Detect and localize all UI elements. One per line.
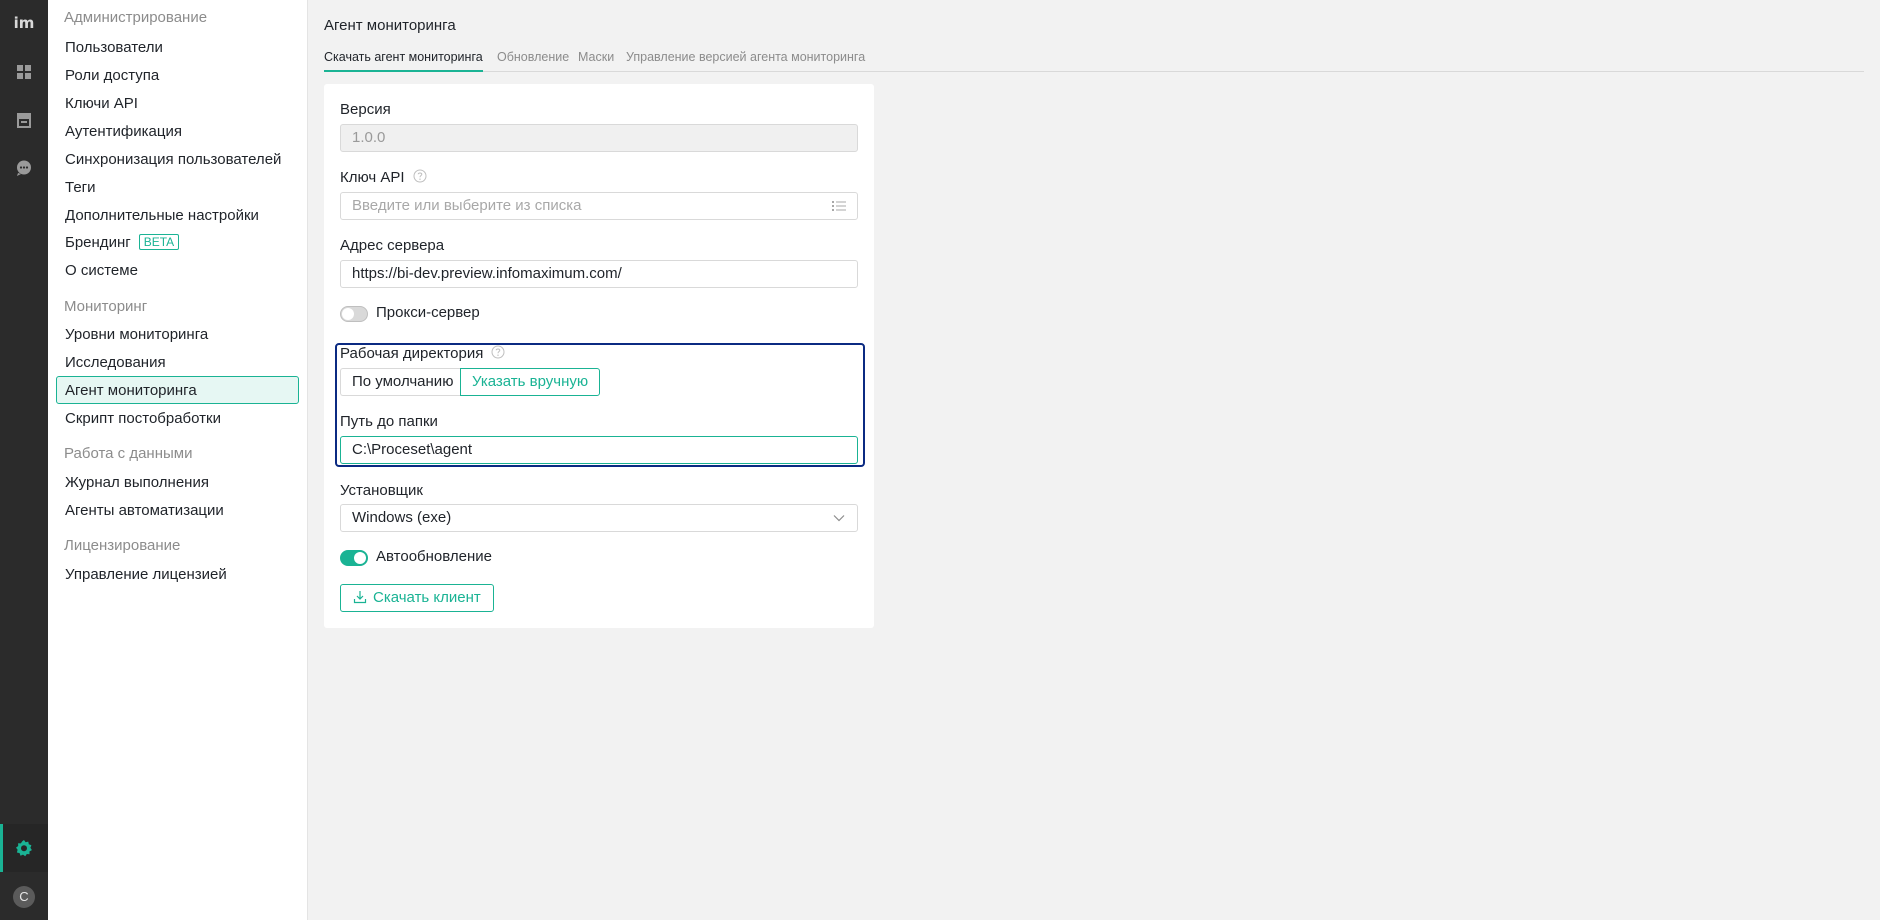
sidebar-item-label: Аутентификация (65, 123, 182, 140)
server-address-input[interactable]: https://bi-dev.preview.infomaximum.com/ (340, 260, 858, 288)
sidebar-item-tags[interactable]: Теги (56, 173, 299, 201)
workdir-default-option[interactable]: По умолчанию (340, 368, 465, 396)
sidebar-item-access-roles[interactable]: Роли доступа (56, 61, 299, 89)
autoupdate-toggle[interactable] (340, 550, 368, 566)
sidebar-item-monitoring-agent[interactable]: Агент мониторинга (56, 376, 299, 404)
sidebar-item-label: Скрипт постобработки (65, 410, 221, 427)
sidebar-item-about[interactable]: О системе (56, 256, 299, 284)
workdir-label-text: Рабочая директория (340, 345, 484, 362)
dashboard-icon[interactable] (14, 62, 34, 82)
sidebar-section-data: Работа с данными (64, 445, 193, 462)
autoupdate-label: Автообновление (376, 548, 492, 565)
download-client-button[interactable]: Скачать клиент (340, 584, 494, 612)
download-icon (353, 590, 367, 604)
sidebar-item-user-sync[interactable]: Синхронизация пользователей (56, 145, 299, 173)
sidebar-item-label: Пользователи (65, 39, 163, 56)
help-icon[interactable] (491, 345, 505, 359)
sidebar-item-label: Роли доступа (65, 67, 160, 84)
tab-version-management[interactable]: Управление версией агента мониторинга (626, 49, 865, 72)
api-key-input[interactable]: Введите или выберите из списка (340, 192, 858, 220)
sidebar-item-postprocessing-script[interactable]: Скрипт постобработки (56, 404, 299, 432)
installer-selected-value: Windows (exe) (352, 509, 452, 526)
api-key-label-text: Ключ API (340, 169, 405, 186)
tab-masks[interactable]: Маски (578, 49, 614, 72)
server-label: Адрес сервера (340, 237, 445, 254)
tab-update[interactable]: Обновление (497, 49, 569, 72)
sidebar-item-label: Исследования (65, 354, 166, 371)
version-label: Версия (340, 101, 391, 118)
installer-label: Установщик (340, 482, 423, 499)
proxy-label: Прокси-сервер (376, 304, 480, 321)
sidebar-item-monitoring-levels[interactable]: Уровни мониторинга (56, 320, 299, 348)
workdir-manual-option[interactable]: Указать вручную (460, 368, 601, 396)
settings-sidebar: Администрирование Пользователи Роли дост… (48, 0, 308, 920)
sidebar-section-monitoring: Мониторинг (64, 298, 148, 315)
workdir-label: Рабочая директория (340, 345, 505, 362)
tab-bar: Скачать агент мониторинга Обновление Мас… (324, 49, 1864, 72)
sidebar-section-admin: Администрирование (64, 9, 208, 26)
sidebar-item-label: Агент мониторинга (65, 382, 197, 399)
store-icon[interactable] (14, 110, 34, 130)
installer-select[interactable]: Windows (exe) (340, 504, 858, 532)
download-client-label: Скачать клиент (373, 589, 481, 606)
api-key-placeholder: Введите или выберите из списка (352, 197, 582, 214)
sidebar-item-label: Журнал выполнения (65, 474, 209, 491)
sidebar-item-extra-settings[interactable]: Дополнительные настройки (56, 201, 299, 229)
tab-download-agent[interactable]: Скачать агент мониторинга (324, 49, 483, 72)
folder-path-label: Путь до папки (340, 413, 438, 430)
sidebar-item-label: Дополнительные настройки (65, 207, 259, 224)
agent-download-form: Версия 1.0.0 Ключ API Введите или выбери… (324, 84, 874, 628)
folder-path-input[interactable]: C:\Proceset\agent (340, 436, 858, 464)
list-icon[interactable] (831, 199, 847, 213)
sidebar-item-api-keys[interactable]: Ключи API (56, 89, 299, 117)
app-logo[interactable]: im (0, 12, 48, 34)
sidebar-item-label: Синхронизация пользователей (65, 151, 282, 168)
page-title: Агент мониторинга (324, 17, 456, 34)
sidebar-item-label: Брендинг (65, 234, 131, 251)
api-key-label: Ключ API (340, 169, 427, 186)
sidebar-item-label: Управление лицензией (65, 566, 227, 583)
sidebar-item-branding[interactable]: Брендинг BETA (56, 228, 299, 256)
beta-badge: BETA (138, 234, 180, 250)
sidebar-item-label: Ключи API (65, 95, 138, 112)
version-field: 1.0.0 (340, 124, 858, 152)
proxy-toggle[interactable] (340, 306, 368, 322)
sidebar-item-label: Агенты автоматизации (65, 502, 224, 519)
help-icon[interactable] (413, 169, 427, 183)
sidebar-item-research[interactable]: Исследования (56, 348, 299, 376)
sidebar-item-label: Уровни мониторинга (65, 326, 209, 343)
sidebar-item-automation-agents[interactable]: Агенты автоматизации (56, 496, 299, 524)
settings-icon[interactable] (14, 838, 34, 858)
sidebar-item-label: О системе (65, 262, 138, 279)
sidebar-item-license-management[interactable]: Управление лицензией (56, 560, 299, 588)
sidebar-item-users[interactable]: Пользователи (56, 33, 299, 61)
chat-icon[interactable] (14, 158, 34, 178)
app-rail: im C (0, 0, 48, 920)
user-avatar[interactable]: C (13, 886, 35, 908)
chevron-down-icon (833, 513, 845, 523)
sidebar-item-authentication[interactable]: Аутентификация (56, 117, 299, 145)
sidebar-item-label: Теги (65, 179, 96, 196)
sidebar-item-execution-log[interactable]: Журнал выполнения (56, 468, 299, 496)
sidebar-section-licensing: Лицензирование (64, 537, 181, 554)
